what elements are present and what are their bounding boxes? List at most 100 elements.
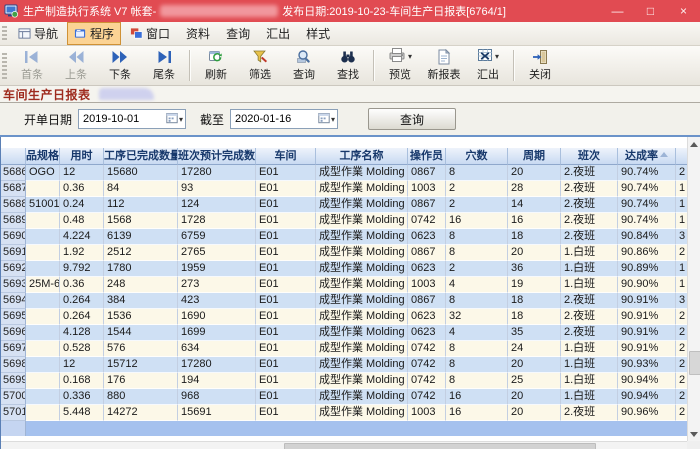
table-cell[interactable]: 90.89%	[618, 261, 676, 277]
table-cell[interactable]: 5.448	[60, 405, 104, 421]
table-cell[interactable]	[26, 341, 60, 357]
table-cell[interactable]: E01	[256, 293, 316, 309]
table-cell[interactable]: 成型作業 Molding	[316, 181, 408, 197]
table-cell[interactable]: 2.夜班	[561, 309, 618, 325]
row-number-cell[interactable]: 5700	[1, 389, 26, 405]
row-number-cell[interactable]: 5691	[1, 245, 26, 261]
table-cell[interactable]	[26, 245, 60, 261]
table-cell[interactable]: 1.92	[60, 245, 104, 261]
end-date-picker[interactable]: ▾	[230, 109, 338, 129]
table-cell[interactable]: 1.白班	[561, 373, 618, 389]
table-cell[interactable]: 成型作業 Molding	[316, 373, 408, 389]
table-cell[interactable]: 25	[508, 373, 561, 389]
table-cell[interactable]: 634	[178, 341, 256, 357]
table-row[interactable]: 57015.4481427215691E01成型作業 Molding100316…	[1, 405, 687, 421]
toolbar-grip[interactable]	[2, 53, 7, 79]
table-row[interactable]: 56970.528576634E01成型作業 Molding07428241.白…	[1, 341, 687, 357]
export-dropdown-caret[interactable]: ▾	[495, 52, 499, 61]
table-row[interactable]: 56940.264384423E01成型作業 Molding08678182.夜…	[1, 293, 687, 309]
row-number-cell[interactable]: 5699	[1, 373, 26, 389]
last-record-button[interactable]: 尾条	[142, 46, 186, 85]
table-cell[interactable]: 194	[178, 373, 256, 389]
table-cell[interactable]: 2512	[104, 245, 178, 261]
scroll-down-arrow-icon[interactable]	[688, 428, 700, 440]
table-cell[interactable]: 16	[446, 213, 508, 229]
row-number-cell[interactable]: 5693	[1, 277, 26, 293]
table-cell[interactable]: 0867	[408, 197, 446, 213]
menu-item-window[interactable]: 窗口	[123, 22, 177, 45]
table-cell[interactable]: 28	[508, 181, 561, 197]
table-cell[interactable]: 成型作業 Molding	[316, 261, 408, 277]
table-cell[interactable]: E01	[256, 309, 316, 325]
table-cell[interactable]	[26, 325, 60, 341]
table-cell[interactable]: 25M-61	[26, 277, 60, 293]
table-cell[interactable]: 0.264	[60, 309, 104, 325]
next-record-button[interactable]: 下条	[98, 46, 142, 85]
row-number-cell[interactable]: 5701	[1, 405, 26, 421]
table-cell[interactable]: 90.84%	[618, 229, 676, 245]
table-cell[interactable]: 1.白班	[561, 277, 618, 293]
table-cell[interactable]: 16	[508, 213, 561, 229]
table-cell[interactable]: 90.91%	[618, 325, 676, 341]
table-cell[interactable]: 9.792	[60, 261, 104, 277]
table-cell[interactable]: 248	[104, 277, 178, 293]
table-cell[interactable]: 90.91%	[618, 293, 676, 309]
table-cell[interactable]: E01	[256, 325, 316, 341]
menu-item-query[interactable]: 查询	[219, 22, 257, 45]
table-cell[interactable]: 1003	[408, 181, 446, 197]
start-date-picker[interactable]: ▾	[78, 109, 186, 129]
table-cell[interactable]: 0.168	[60, 373, 104, 389]
table-row[interactable]: 56911.9225122765E01成型作業 Molding08678201.…	[1, 245, 687, 261]
table-cell[interactable]: 20	[508, 357, 561, 373]
table-cell[interactable]: 16	[446, 389, 508, 405]
table-cell[interactable]: 1536	[104, 309, 178, 325]
table-cell[interactable]: 15680	[104, 165, 178, 181]
preview-dropdown-caret[interactable]: ▾	[408, 52, 412, 61]
table-cell[interactable]: 90.93%	[618, 357, 676, 373]
table-row[interactable]: 56950.26415361690E01成型作業 Molding06233218…	[1, 309, 687, 325]
table-cell[interactable]: E01	[256, 405, 316, 421]
table-cell[interactable]: 成型作業 Molding	[316, 293, 408, 309]
table-cell[interactable]: 4	[446, 325, 508, 341]
table-cell[interactable]: 84	[104, 181, 178, 197]
table-cell[interactable]: 1544	[104, 325, 178, 341]
table-cell[interactable]	[26, 213, 60, 229]
table-row[interactable]: 56964.12815441699E01成型作業 Molding06234352…	[1, 325, 687, 341]
corner-header-cell[interactable]	[1, 148, 26, 165]
table-cell[interactable]: 6759	[178, 229, 256, 245]
table-cell[interactable]: 成型作業 Molding	[316, 341, 408, 357]
table-cell[interactable]: 成型作業 Molding	[316, 245, 408, 261]
minimize-button[interactable]: —	[601, 0, 634, 22]
menu-item-data[interactable]: 资料	[179, 22, 217, 45]
table-cell[interactable]: 0867	[408, 245, 446, 261]
table-cell[interactable]: 成型作業 Molding	[316, 325, 408, 341]
table-cell[interactable]: 14272	[104, 405, 178, 421]
table-cell[interactable]: 2765	[178, 245, 256, 261]
table-row[interactable]: 5698121571217280E01成型作業 Molding07428201.…	[1, 357, 687, 373]
table-row[interactable]: 57000.336880968E01成型作業 Molding074216201.…	[1, 389, 687, 405]
table-cell[interactable]: 384	[104, 293, 178, 309]
table-cell[interactable]: 0.48	[60, 213, 104, 229]
table-cell[interactable]: 成型作業 Molding	[316, 213, 408, 229]
table-cell[interactable]: 2.夜班	[561, 165, 618, 181]
end-date-input[interactable]	[231, 113, 318, 125]
filter-button[interactable]: 筛选	[238, 46, 282, 85]
table-cell[interactable]: 1003	[408, 277, 446, 293]
table-cell[interactable]: 成型作業 Molding	[316, 229, 408, 245]
table-cell[interactable]: 成型作業 Molding	[316, 357, 408, 373]
table-cell[interactable]: 0.264	[60, 293, 104, 309]
column-header-9[interactable]: 周期	[508, 148, 561, 165]
table-row[interactable]: 56890.4815681728E01成型作業 Molding074216162…	[1, 213, 687, 229]
table-cell[interactable]: 6139	[104, 229, 178, 245]
table-cell[interactable]: 1568	[104, 213, 178, 229]
table-cell[interactable]: 124	[178, 197, 256, 213]
table-cell[interactable]: 576	[104, 341, 178, 357]
table-cell[interactable]: 0742	[408, 213, 446, 229]
table-cell[interactable]	[26, 181, 60, 197]
report-tab-title[interactable]: 车间生产日报表	[3, 86, 91, 103]
table-cell[interactable]: E01	[256, 165, 316, 181]
preview-button[interactable]: ▾ 预览	[378, 46, 422, 85]
table-cell[interactable]	[26, 309, 60, 325]
table-cell[interactable]: 32	[446, 309, 508, 325]
table-cell[interactable]: 1728	[178, 213, 256, 229]
